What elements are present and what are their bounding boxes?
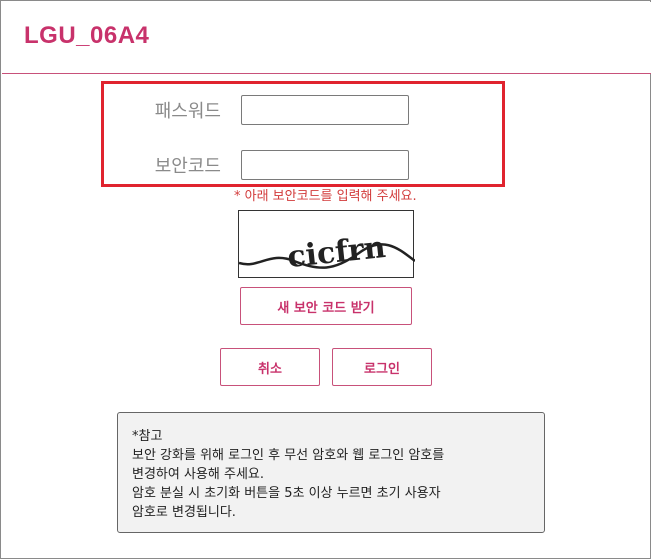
note-line: 변경하여 사용해 주세요. [132,467,264,482]
login-button[interactable]: 로그인 [332,348,432,386]
captcha-graphic: cicfrn [238,230,416,275]
password-label: 패스워드 [154,101,221,122]
refresh-captcha-button[interactable]: 새 보안 코드 받기 [240,287,412,325]
header-bar: LGU_06A4 [2,2,651,74]
captcha-image: cicfrn [238,210,416,278]
captcha-text: cicfrn [286,230,388,275]
password-input[interactable] [241,95,409,125]
security-code-input[interactable] [241,150,409,180]
security-code-label: 보안코드 [154,156,221,177]
note-title: *참고 [132,429,163,444]
note-line: 보안 강화를 위해 로그인 후 무선 암호와 웹 로그인 암호를 [132,448,445,463]
note-line: 암호 분실 시 초기화 버튼을 5초 이상 누르면 초기 사용자 [132,486,441,501]
cancel-button[interactable]: 취소 [220,348,320,386]
note-box: *참고 보안 강화를 위해 로그인 후 무선 암호와 웹 로그인 암호를 변경하… [117,412,545,533]
page-frame: LGU_06A4 패스워드 보안코드 * 아래 보안코드를 입력해 주세요. c… [0,0,651,559]
note-line: 암호로 변경됩니다. [132,505,236,520]
page-title: LGU_06A4 [24,22,150,49]
captcha-hint: * 아래 보안코드를 입력해 주세요. [234,189,417,204]
